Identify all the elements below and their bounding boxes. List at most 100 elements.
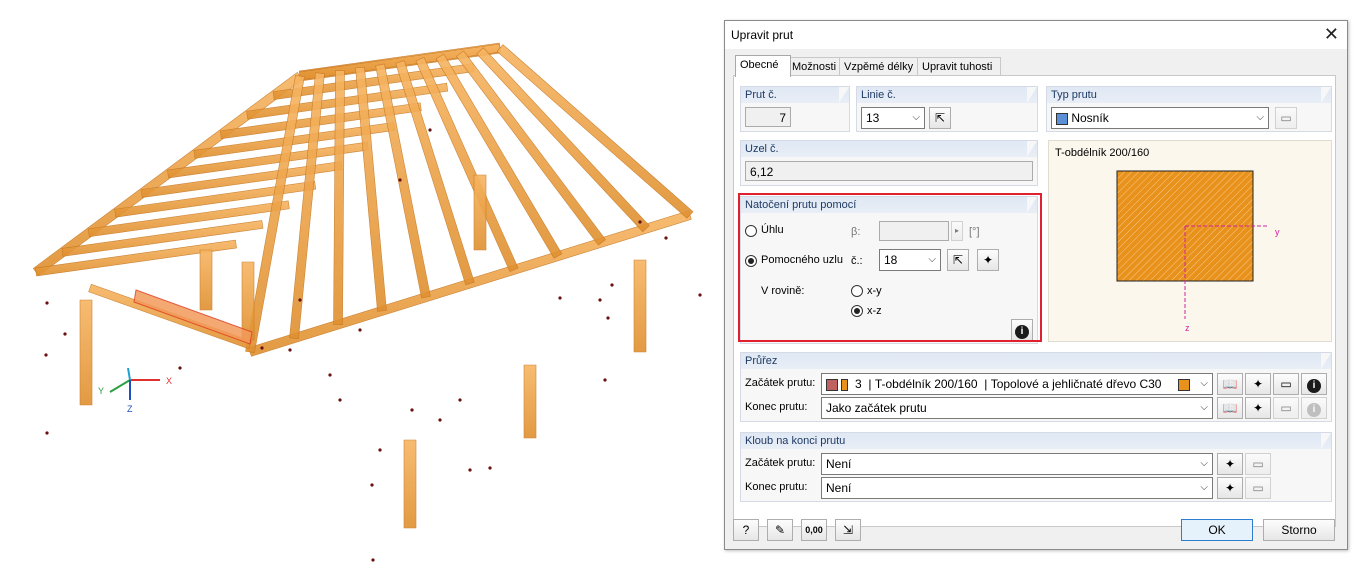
edit-icon: ▭ xyxy=(1280,111,1292,125)
edit-comment-button[interactable]: ✎ xyxy=(767,519,793,541)
tab-buckling-lengths[interactable]: Vzpěmé délky xyxy=(839,57,921,76)
cs-info-button[interactable]: i xyxy=(1301,373,1327,395)
cancel-button[interactable]: Storno xyxy=(1263,519,1335,541)
rafter-right xyxy=(375,63,431,299)
new-item-icon: ✦ xyxy=(1224,457,1236,471)
rotation-angle-radio[interactable] xyxy=(745,225,757,237)
node-number-group: Uzel č. 6,12 xyxy=(740,140,1038,186)
ok-button[interactable]: OK xyxy=(1181,519,1253,541)
plane-xy-radio[interactable] xyxy=(851,285,863,297)
cs-end-select[interactable]: Jako začátek prutu ⌵ xyxy=(821,397,1213,419)
pick-line-button[interactable]: ⇱ xyxy=(929,107,951,129)
node-dot xyxy=(558,296,562,300)
selected-member[interactable] xyxy=(133,289,253,345)
cs-end-info-button[interactable]: i xyxy=(1301,397,1327,419)
node-dot xyxy=(603,378,607,382)
cs-library-button[interactable]: 📖 xyxy=(1217,373,1243,395)
tab-modify-stiffness[interactable]: Upravit tuhosti xyxy=(917,57,1001,76)
pick-node-button[interactable]: ⇱ xyxy=(947,249,969,271)
node-dot xyxy=(260,346,264,350)
new-item-icon: ✦ xyxy=(1252,401,1264,415)
member-type-select[interactable]: Nosník ⌵ xyxy=(1051,107,1269,129)
cs-edit-button[interactable]: ▭ xyxy=(1273,373,1299,395)
cs-end-new-button[interactable]: ✦ xyxy=(1245,397,1271,419)
rotation-info-button[interactable]: i xyxy=(1011,319,1033,341)
tab-panel-general: Prut č. 7 Linie č. 13 ⌵ ⇱ Typ prutu Nosn… xyxy=(733,75,1336,527)
chevron-down-icon: ⌵ xyxy=(1200,458,1208,469)
hinge-end-select[interactable]: Není ⌵ xyxy=(821,477,1213,499)
tab-general[interactable]: Obecné xyxy=(735,55,791,77)
model-viewport[interactable]: X Y Z xyxy=(0,0,720,580)
plane-label: V rovině: xyxy=(761,285,805,297)
hinge-start-select[interactable]: Není ⌵ xyxy=(821,453,1213,475)
hinge-start-edit-button[interactable]: ▭ xyxy=(1245,453,1271,475)
timber-post xyxy=(473,174,487,251)
close-icon[interactable]: ✕ xyxy=(1324,24,1339,44)
axis-y-label: Y xyxy=(98,386,104,396)
node-dot xyxy=(410,408,414,412)
rotation-helper-node-radio[interactable] xyxy=(745,255,757,267)
node-dot xyxy=(398,178,402,182)
hinge-end-new-button[interactable]: ✦ xyxy=(1217,477,1243,499)
node-dot xyxy=(428,128,432,132)
new-node-button[interactable]: ✦ xyxy=(977,249,999,271)
chevron-down-icon: ⌵ xyxy=(1200,402,1208,413)
info-icon: i xyxy=(1307,403,1321,417)
export-icon: ⇲ xyxy=(842,523,854,537)
edit-icon: ▭ xyxy=(1280,377,1292,391)
info-icon: i xyxy=(1307,379,1321,393)
member-type-group: Typ prutu Nosník ⌵ ▭ xyxy=(1046,86,1332,132)
member-type-value: Nosník xyxy=(1071,111,1109,125)
help-button[interactable]: ? xyxy=(733,519,759,541)
rafter-right xyxy=(333,70,345,325)
node-dot xyxy=(178,366,182,370)
cs-start-select[interactable]: 3 | T-obdélník 200/160 | Topolové a jehl… xyxy=(821,373,1213,395)
new-item-icon: ✦ xyxy=(1224,481,1236,495)
units-button[interactable]: 0,00 xyxy=(801,519,827,541)
purlin-beam xyxy=(88,283,252,350)
node-dot xyxy=(378,448,382,452)
cs-start-number: 3 xyxy=(855,377,862,391)
cs-end-edit-button[interactable]: ▭ xyxy=(1273,397,1299,419)
hinge-start-new-button[interactable]: ✦ xyxy=(1217,453,1243,475)
beta-label: β: xyxy=(851,226,861,238)
cs-start-name: T-obdélník 200/160 xyxy=(874,377,978,391)
notepad-icon: ✎ xyxy=(774,523,786,537)
node-dot xyxy=(45,301,49,305)
edit-member-dialog: Upravit prut ✕ Obecné Možnosti Vzpěmé dé… xyxy=(724,20,1348,550)
axis-z-label: Z xyxy=(127,404,133,414)
node-dot xyxy=(598,298,602,302)
beta-stepper-button: ▸ xyxy=(951,221,963,241)
node-dot xyxy=(298,298,302,302)
node-dot xyxy=(606,316,610,320)
chevron-down-icon: ⌵ xyxy=(1200,482,1208,493)
tab-options[interactable]: Možnosti xyxy=(787,57,843,76)
chevron-down-icon: ⌵ xyxy=(1256,112,1264,123)
line-number-value: 13 xyxy=(866,111,880,125)
node-dot xyxy=(468,468,472,472)
new-item-icon: ✦ xyxy=(1252,377,1264,391)
rotation-helper-node-label: Pomocného uzlu xyxy=(761,254,843,266)
rotation-header: Natočení prutu pomocí xyxy=(741,197,1037,213)
line-number-label: Linie č. xyxy=(857,87,1037,103)
node-no-label: č.: xyxy=(851,255,863,267)
timber-post xyxy=(633,259,647,353)
node-dot xyxy=(458,398,462,402)
node-dot xyxy=(698,293,702,297)
axis-x-label: X xyxy=(166,376,172,386)
cs-new-button[interactable]: ✦ xyxy=(1245,373,1271,395)
info-icon: i xyxy=(1015,325,1029,339)
hinge-end-edit-button[interactable]: ▭ xyxy=(1245,477,1271,499)
units-icon: 0,00 xyxy=(805,525,823,535)
edit-member-type-button[interactable]: ▭ xyxy=(1275,107,1297,129)
preview-axis-z: z xyxy=(1185,323,1190,333)
cursor-pick-icon: ⇱ xyxy=(934,111,946,125)
plane-xz-radio[interactable] xyxy=(851,305,863,317)
posts xyxy=(79,174,647,529)
helper-node-select[interactable]: 18 ⌵ xyxy=(879,249,941,271)
node-dot xyxy=(288,348,292,352)
line-number-select[interactable]: 13 ⌵ xyxy=(861,107,925,129)
export-button[interactable]: ⇲ xyxy=(835,519,861,541)
cs-end-library-button[interactable]: 📖 xyxy=(1217,397,1243,419)
dialog-title: Upravit prut xyxy=(731,28,794,42)
